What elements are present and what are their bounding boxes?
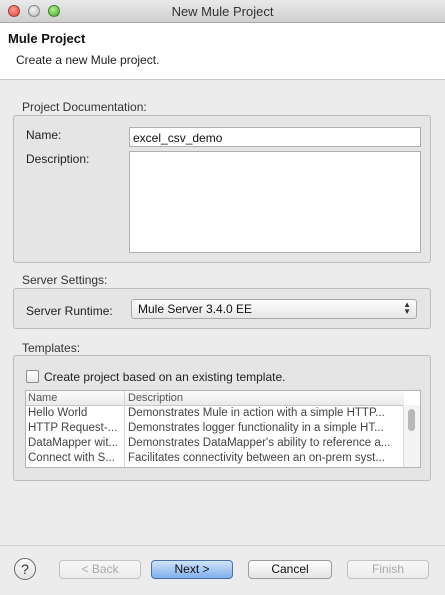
name-label: Name: bbox=[26, 128, 62, 142]
server-runtime-select[interactable]: Mule Server 3.4.0 EE ▲ ▼ bbox=[131, 299, 417, 319]
template-description: Facilitates connectivity between an on-p… bbox=[128, 452, 385, 464]
back-button[interactable]: < Back bbox=[59, 560, 141, 579]
page-title: Mule Project bbox=[8, 31, 86, 46]
template-name: Hello World bbox=[28, 407, 88, 419]
description-label: Description: bbox=[26, 152, 90, 166]
window-title: New Mule Project bbox=[171, 4, 274, 19]
templates-table: Name Description Hello World Demonstrate… bbox=[25, 390, 421, 468]
table-scrollbar[interactable] bbox=[403, 405, 420, 467]
description-textarea[interactable] bbox=[129, 151, 421, 253]
page-subtitle: Create a new Mule project. bbox=[16, 53, 160, 67]
template-description: Demonstrates Mule in action with a simpl… bbox=[128, 407, 385, 419]
help-icon[interactable]: ? bbox=[14, 558, 36, 580]
column-header-name[interactable]: Name bbox=[28, 392, 57, 404]
project-documentation-label: Project Documentation: bbox=[22, 100, 147, 114]
template-name: Connect with S... bbox=[28, 452, 115, 464]
name-input[interactable]: excel_csv_demo bbox=[129, 127, 421, 147]
next-button[interactable]: Next > bbox=[151, 560, 233, 579]
title-bar: New Mule Project bbox=[0, 0, 445, 23]
table-row[interactable]: Hello World Demonstrates Mule in action … bbox=[26, 407, 404, 423]
server-runtime-value: Mule Server 3.4.0 EE bbox=[138, 302, 253, 316]
table-row[interactable]: Connect with S... Facilitates connectivi… bbox=[26, 452, 404, 467]
existing-template-checkbox-label[interactable]: Create project based on an existing temp… bbox=[44, 370, 285, 384]
template-description: Demonstrates logger functionality in a s… bbox=[128, 422, 384, 434]
cancel-button[interactable]: Cancel bbox=[248, 560, 332, 579]
scrollbar-thumb[interactable] bbox=[408, 409, 415, 431]
template-name: HTTP Request-... bbox=[28, 422, 118, 434]
template-name: DataMapper wit... bbox=[28, 437, 119, 449]
server-runtime-label: Server Runtime: bbox=[26, 304, 113, 318]
select-arrows-icon: ▲ ▼ bbox=[403, 300, 411, 316]
template-description: Demonstrates DataMapper's ability to ref… bbox=[128, 437, 391, 449]
server-settings-label: Server Settings: bbox=[22, 273, 108, 287]
table-row[interactable]: HTTP Request-... Demonstrates logger fun… bbox=[26, 422, 404, 438]
table-header: Name Description bbox=[26, 391, 404, 406]
footer-divider bbox=[0, 545, 445, 546]
wizard-header: Mule Project Create a new Mule project. bbox=[0, 23, 445, 80]
templates-label: Templates: bbox=[22, 341, 81, 355]
existing-template-checkbox[interactable] bbox=[26, 370, 39, 383]
column-header-description[interactable]: Description bbox=[128, 392, 183, 404]
finish-button[interactable]: Finish bbox=[347, 560, 429, 579]
table-row[interactable]: DataMapper wit... Demonstrates DataMappe… bbox=[26, 437, 404, 453]
